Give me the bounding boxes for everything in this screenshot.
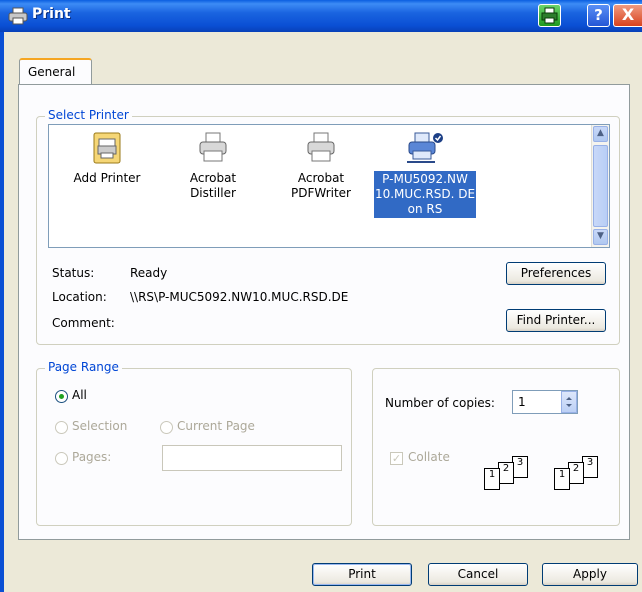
printer-item-network-printer[interactable]: P-MU5092.NW 10.MUC.RSD. DE on RS [371,125,479,218]
printer-icon [196,131,230,165]
number-of-copies-value: 1 [518,395,526,409]
window-title: Print [32,6,71,22]
printer-list-scrollbar[interactable]: ▲ ▼ [591,125,609,247]
printer-item-label: P-MU5092.NW 10.MUC.RSD. DE on RS [374,171,476,218]
comment-label: Comment: [52,316,115,330]
collate-label: Collate [408,450,450,464]
page-number: 3 [512,456,528,478]
printer-item-label: Acrobat Distiller [189,171,237,200]
location-label: Location: [52,290,107,304]
number-of-copies-label: Number of copies: [385,396,495,410]
scroll-thumb[interactable] [593,145,608,227]
page-number: 1 [484,468,500,490]
copies-group [372,368,620,526]
page-number: 1 [554,468,570,490]
selection-radio-label: Selection [72,419,128,433]
tab-general-label: General [28,65,76,79]
collate-checkbox[interactable]: ✓ [390,452,403,465]
printer-item-label: Acrobat PDFWriter [291,171,351,200]
page-range-group-label: Page Range [45,360,122,374]
printer-icon [304,131,338,165]
location-value: \\RS\P-MUC5092.NW10.MUC.RSD.DE [130,290,349,304]
print-dialog: Print ? X General Select Printer Add Pri… [0,0,642,592]
pages-input[interactable] [162,445,342,471]
printer-icon [541,7,558,24]
printer-item-acrobat-distiller[interactable]: Acrobat Distiller [171,125,255,201]
preferences-button[interactable]: Preferences [506,262,606,285]
selection-radio[interactable] [55,421,68,434]
number-of-copies-input[interactable]: 1 [512,390,578,414]
title-bar[interactable]: Print ? X [0,0,642,32]
printer-list[interactable]: Add Printer Acrobat Distiller Acrobat PD… [48,124,610,248]
printer-item-label: Add Printer [73,171,141,185]
collate-pages-icon: 3 2 1 [482,456,542,496]
scroll-up-icon[interactable]: ▲ [593,126,608,142]
close-button[interactable]: X [613,4,642,27]
printer-item-add-printer[interactable]: Add Printer [65,125,149,186]
copies-spinner[interactable] [561,391,577,413]
tab-general[interactable]: General [19,58,92,85]
all-radio[interactable] [55,390,68,403]
current-page-radio[interactable] [160,421,173,434]
print-button[interactable]: Print [312,563,412,586]
spinner-arrows-icon [566,397,572,407]
scroll-down-icon[interactable]: ▼ [593,229,608,245]
add-printer-icon [90,131,124,165]
help-button[interactable]: ? [587,4,610,27]
cancel-button[interactable]: Cancel [428,563,528,586]
select-printer-group-label: Select Printer [45,108,132,122]
network-printer-icon [407,131,443,165]
pages-radio-label: Pages: [72,450,112,464]
page-number: 2 [568,462,584,484]
printer-icon [8,7,28,25]
window-border [0,32,4,592]
all-radio-label: All [72,388,87,402]
find-printer-button[interactable]: Find Printer... [506,309,606,332]
printer-item-acrobat-pdfwriter[interactable]: Acrobat PDFWriter [279,125,363,201]
page-number: 3 [582,456,598,478]
pages-radio[interactable] [55,452,68,465]
page-number: 2 [498,462,514,484]
status-label: Status: [52,266,95,280]
apply-button[interactable]: Apply [542,563,638,586]
printer-status-button[interactable] [538,4,561,27]
collate-pages-icon: 3 2 1 [552,456,612,496]
current-page-radio-label: Current Page [177,419,255,433]
status-value: Ready [130,266,168,280]
